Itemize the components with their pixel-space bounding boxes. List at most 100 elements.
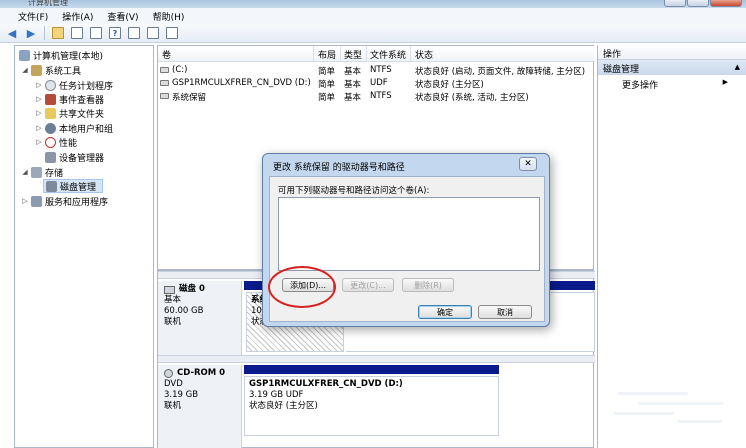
more-actions-item[interactable]: 更多操作 ▶ [598, 75, 746, 91]
cdrom-0-title: CD-ROM 0 [164, 368, 235, 379]
column-divider [340, 46, 341, 62]
collapse-icon[interactable]: ◢ [21, 168, 29, 176]
table-row[interactable]: (C:) 简单 基本 NTFS 状态良好 (启动, 页面文件, 故障转储, 主分… [158, 64, 595, 77]
back-arrow-icon[interactable]: ◀ [4, 26, 20, 41]
window-title: 计算机管理 [28, 0, 68, 7]
up-folder-button[interactable] [50, 26, 66, 41]
tools-icon [31, 64, 42, 76]
cell-filesystem: UDF [370, 78, 388, 88]
collapse-icon[interactable]: ◢ [21, 66, 29, 74]
menu-action[interactable]: 操作(A) [62, 10, 93, 23]
tree-item-event-viewer[interactable]: ▷ 事件查看器 [35, 92, 104, 106]
tree-item-device-manager[interactable]: 设备管理器 [43, 150, 104, 164]
change-button[interactable]: 更改(C)... [342, 278, 394, 292]
column-divider [410, 46, 411, 62]
forward-arrow-icon[interactable]: ▶ [23, 26, 39, 41]
column-layout[interactable]: 布局 [318, 48, 336, 61]
properties-button[interactable] [88, 26, 104, 41]
navigation-tree: 计算机管理(本地) ◢ 系统工具 ▷ 任务计划程序 ▷ 事件查看器 ▷ 共享文件… [14, 45, 154, 448]
computer-icon [19, 49, 30, 61]
maximize-button[interactable] [687, 0, 709, 7]
close-button[interactable] [710, 0, 742, 7]
device-manager-icon [45, 151, 56, 163]
minimize-button[interactable] [664, 0, 686, 7]
submenu-arrow-icon: ▶ [722, 78, 728, 86]
cancel-button[interactable]: 取消 [478, 305, 532, 319]
close-icon: ✕ [524, 159, 532, 169]
tree-label: 本地用户和组 [59, 124, 114, 135]
change-drive-letter-dialog: 更改 系统保留 的驱动器号和路径 ✕ 可用下列驱动器号和路径访问这个卷(A): … [262, 153, 550, 327]
expand-icon[interactable]: ▷ [35, 138, 43, 146]
partition-size: 3.19 GB UDF [249, 390, 304, 400]
collapse-up-icon[interactable]: ▲ [735, 63, 740, 71]
expand-icon[interactable]: ▷ [35, 109, 43, 117]
properties-icon [90, 27, 102, 39]
tree-label: 系统工具 [45, 66, 82, 77]
cell-status: 状态良好 (启动, 页面文件, 故障转储, 主分区) [415, 67, 586, 77]
volume-icon [160, 67, 169, 73]
tree-label: 计算机管理(本地) [33, 51, 104, 62]
disk-icon [164, 285, 175, 294]
tree-label: 设备管理器 [59, 153, 105, 164]
column-filesystem[interactable]: 文件系统 [370, 48, 406, 61]
column-status[interactable]: 状态 [415, 48, 433, 61]
show-hide-tree-button[interactable] [69, 26, 85, 41]
partition-header-bar [244, 365, 499, 374]
menu-help[interactable]: 帮助(H) [153, 10, 185, 23]
toolbar-separator [44, 26, 45, 40]
help-icon: ? [109, 27, 121, 39]
tree-item-task-scheduler[interactable]: ▷ 任务计划程序 [35, 78, 113, 92]
window-titlebar: 计算机管理 [0, 0, 746, 8]
drive-paths-list[interactable] [278, 197, 540, 271]
tree-item-services-apps[interactable]: ▷ 服务和应用程序 [21, 194, 108, 208]
help-button[interactable]: ? [107, 26, 123, 41]
column-volume[interactable]: 卷 [162, 48, 171, 61]
tree-item-storage[interactable]: ◢ 存储 [21, 165, 63, 179]
remove-button[interactable]: 删除(R) [402, 278, 454, 292]
export-icon [147, 27, 159, 39]
add-button[interactable]: 添加(D)... [282, 278, 334, 292]
tree-label: 磁盘管理 [60, 182, 97, 193]
expand-icon[interactable]: ▷ [35, 81, 43, 89]
cell-layout: 简单 [318, 67, 336, 77]
partition-dvd[interactable]: GSP1RMCULXFRER_CN_DVD (D:) 3.19 GB UDF 状… [244, 376, 499, 436]
users-icon [45, 122, 56, 134]
tree-item-computer-management[interactable]: 计算机管理(本地) [17, 48, 103, 62]
cell-filesystem: NTFS [370, 91, 392, 101]
tree-item-local-users[interactable]: ▷ 本地用户和组 [35, 121, 113, 135]
cell-filesystem: NTFS [370, 65, 392, 75]
table-row[interactable]: GSP1RMCULXFRER_CN_DVD (D:) 简单 基本 UDF 状态良… [158, 77, 595, 90]
view-icon [128, 27, 140, 39]
tree-item-performance[interactable]: ▷ 性能 [35, 135, 77, 149]
watermark-stroke [618, 392, 688, 395]
expand-icon[interactable]: ▷ [35, 124, 43, 132]
disk-name: 磁盘 0 [179, 284, 205, 294]
expand-icon[interactable]: ▷ [35, 95, 43, 103]
folder-icon [52, 27, 64, 39]
column-type[interactable]: 类型 [344, 48, 362, 61]
cell-type: 基本 [344, 67, 362, 77]
ok-button[interactable]: 确定 [418, 305, 472, 319]
cell-volume: 系统保留 [172, 93, 207, 103]
cell-type: 基本 [344, 93, 362, 103]
storage-icon [31, 166, 42, 178]
section-label: 磁盘管理 [603, 65, 640, 75]
view-button[interactable] [126, 26, 142, 41]
cdrom-0-label[interactable]: CD-ROM 0 DVD 3.19 GB 联机 [158, 365, 242, 448]
tree-item-shared-folders[interactable]: ▷ 共享文件夹 [35, 106, 104, 120]
actions-section-disk-management[interactable]: 磁盘管理 ▲ [598, 60, 746, 75]
tree-item-disk-management[interactable]: 磁盘管理 [43, 179, 104, 193]
menu-view[interactable]: 查看(V) [107, 10, 138, 23]
dialog-close-button[interactable]: ✕ [519, 157, 537, 171]
settings-icon [166, 27, 178, 39]
cell-status: 状态良好 (系统, 活动, 主分区) [415, 93, 529, 103]
disk-name: CD-ROM 0 [177, 368, 226, 378]
watermark-stroke [614, 412, 674, 415]
expand-icon[interactable]: ▷ [21, 197, 29, 205]
settings-button[interactable] [164, 26, 180, 41]
menu-file[interactable]: 文件(F) [18, 10, 48, 23]
disk-0-label[interactable]: 磁盘 0 基本 60.00 GB 联机 [158, 281, 242, 355]
tree-item-system-tools[interactable]: ◢ 系统工具 [21, 63, 81, 77]
export-button[interactable] [145, 26, 161, 41]
table-row[interactable]: 系统保留 简单 基本 NTFS 状态良好 (系统, 活动, 主分区) [158, 90, 595, 103]
